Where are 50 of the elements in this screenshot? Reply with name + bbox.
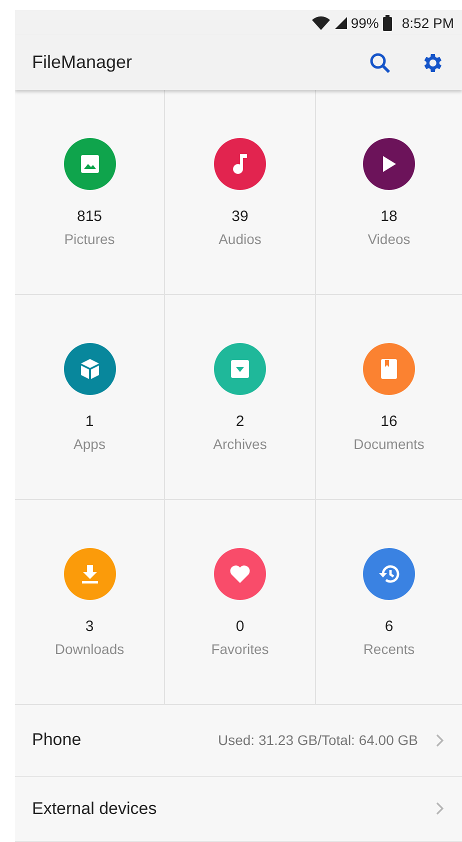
category-count: 3 [85, 618, 94, 636]
category-tile[interactable]: 1 Apps [15, 295, 165, 500]
category-count: 1 [85, 413, 94, 430]
category-tile[interactable]: 18 Videos [316, 90, 462, 296]
chevron-right-icon [436, 802, 444, 816]
music-note-icon [231, 153, 249, 176]
battery-percent: 99% [350, 14, 379, 31]
signal-icon [334, 16, 347, 30]
category-count: 815 [76, 208, 102, 226]
app-title: FileManager [32, 52, 134, 74]
storage-row[interactable]: External devices [15, 776, 462, 842]
image-icon [80, 154, 100, 174]
category-count: 2 [236, 413, 244, 430]
category-tile[interactable]: 39 Audios [165, 90, 316, 296]
download-icon [80, 564, 98, 584]
archive-icon [230, 359, 250, 380]
storage-row[interactable]: Phone Used: 31.23 GB/Total: 64.00 GB [15, 705, 462, 776]
category-tile[interactable]: 0 Favorites [165, 500, 316, 706]
category-label: Videos [368, 231, 410, 248]
category-label: Archives [213, 436, 267, 452]
book-icon [380, 358, 398, 380]
category-count: 0 [236, 618, 244, 636]
category-label: Apps [74, 436, 106, 452]
category-tile[interactable]: 815 Pictures [15, 90, 165, 296]
storage-usage: Used: 31.23 GB/Total: 64.00 GB [218, 732, 418, 748]
cube-icon [80, 358, 100, 380]
category-tile[interactable]: 3 Downloads [15, 500, 165, 706]
battery-icon [382, 14, 392, 31]
wifi-icon [312, 16, 330, 30]
category-label: Favorites [211, 641, 269, 658]
category-label: Downloads [54, 641, 124, 658]
storage-name: Phone [32, 730, 82, 750]
clock-time: 8:52 PM [402, 14, 454, 31]
history-icon [378, 564, 400, 584]
category-label: Audios [218, 231, 262, 248]
heart-icon [229, 564, 251, 584]
category-tile[interactable]: 6 Recents [316, 500, 462, 706]
category-count: 6 [384, 618, 394, 636]
search-icon [369, 52, 391, 74]
category-count: 18 [380, 208, 398, 226]
category-label: Pictures [64, 231, 115, 248]
category-count: 16 [380, 413, 398, 430]
category-label: Recents [363, 641, 415, 658]
category-tile[interactable]: 2 Archives [165, 295, 316, 500]
storage-name: External devices [32, 798, 158, 819]
category-tile[interactable]: 16 Documents [316, 295, 462, 500]
category-label: Documents [354, 436, 424, 452]
chevron-right-icon [436, 734, 444, 747]
play-icon [381, 155, 397, 174]
category-count: 39 [232, 208, 248, 226]
